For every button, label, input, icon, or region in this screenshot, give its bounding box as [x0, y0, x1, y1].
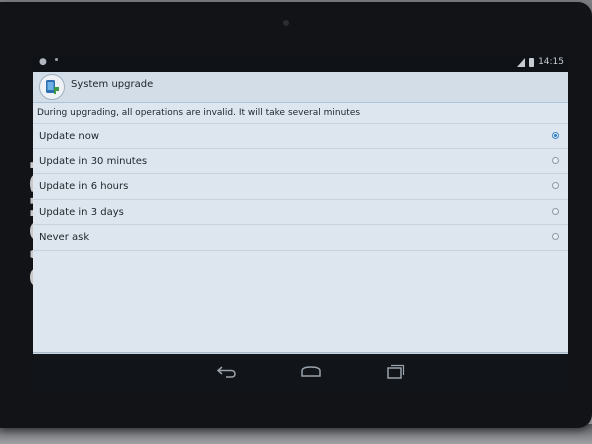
- option-label: Update now: [39, 131, 100, 142]
- dialog-message: During upgrading, all operations are inv…: [37, 108, 361, 118]
- radio-button[interactable]: [552, 182, 559, 189]
- status-right-group: 14:15: [517, 57, 564, 67]
- notification-icon: ●: [39, 57, 47, 67]
- radio-button[interactable]: [552, 156, 559, 164]
- radio-button[interactable]: [552, 233, 559, 240]
- notification-dot-icon: [55, 58, 58, 61]
- status-bar: ● 14:15: [33, 54, 568, 72]
- system-upgrade-icon: [39, 74, 65, 100]
- option-label: Update in 30 minutes: [39, 155, 148, 167]
- radio-button[interactable]: [552, 207, 559, 215]
- status-time: 14:15: [538, 57, 564, 67]
- option-update-in-3-days[interactable]: Update in 3 days: [33, 200, 568, 225]
- back-icon[interactable]: [216, 363, 238, 379]
- tablet-bezel: lenovo ● 14:15: [0, 2, 592, 428]
- upgrade-option-list: Update now Update in 30 minutes Update i…: [33, 123, 568, 251]
- dialog-title: System upgrade: [71, 79, 154, 90]
- option-update-in-30-minutes[interactable]: Update in 30 minutes: [33, 149, 568, 174]
- dialog-header: System upgrade: [33, 72, 568, 103]
- option-label: Never ask: [39, 232, 90, 243]
- option-never-ask[interactable]: Never ask: [33, 225, 568, 251]
- recent-apps-icon[interactable]: [384, 363, 406, 379]
- wifi-signal-icon: [517, 57, 526, 67]
- navigation-bar: [33, 354, 568, 394]
- system-upgrade-dialog: System upgrade During upgrading, all ope…: [33, 72, 568, 373]
- battery-icon: [529, 57, 535, 67]
- radio-button-selected[interactable]: [552, 132, 559, 139]
- option-label: Update in 6 hours: [39, 181, 129, 192]
- tablet-screen: ● 14:15 System upgrade During upgrading,…: [33, 54, 568, 394]
- option-update-in-6-hours[interactable]: Update in 6 hours: [33, 174, 568, 200]
- option-update-now[interactable]: Update now: [33, 123, 568, 149]
- front-camera: [283, 20, 289, 26]
- home-icon[interactable]: [300, 363, 322, 379]
- option-label: Update in 3 days: [39, 206, 124, 218]
